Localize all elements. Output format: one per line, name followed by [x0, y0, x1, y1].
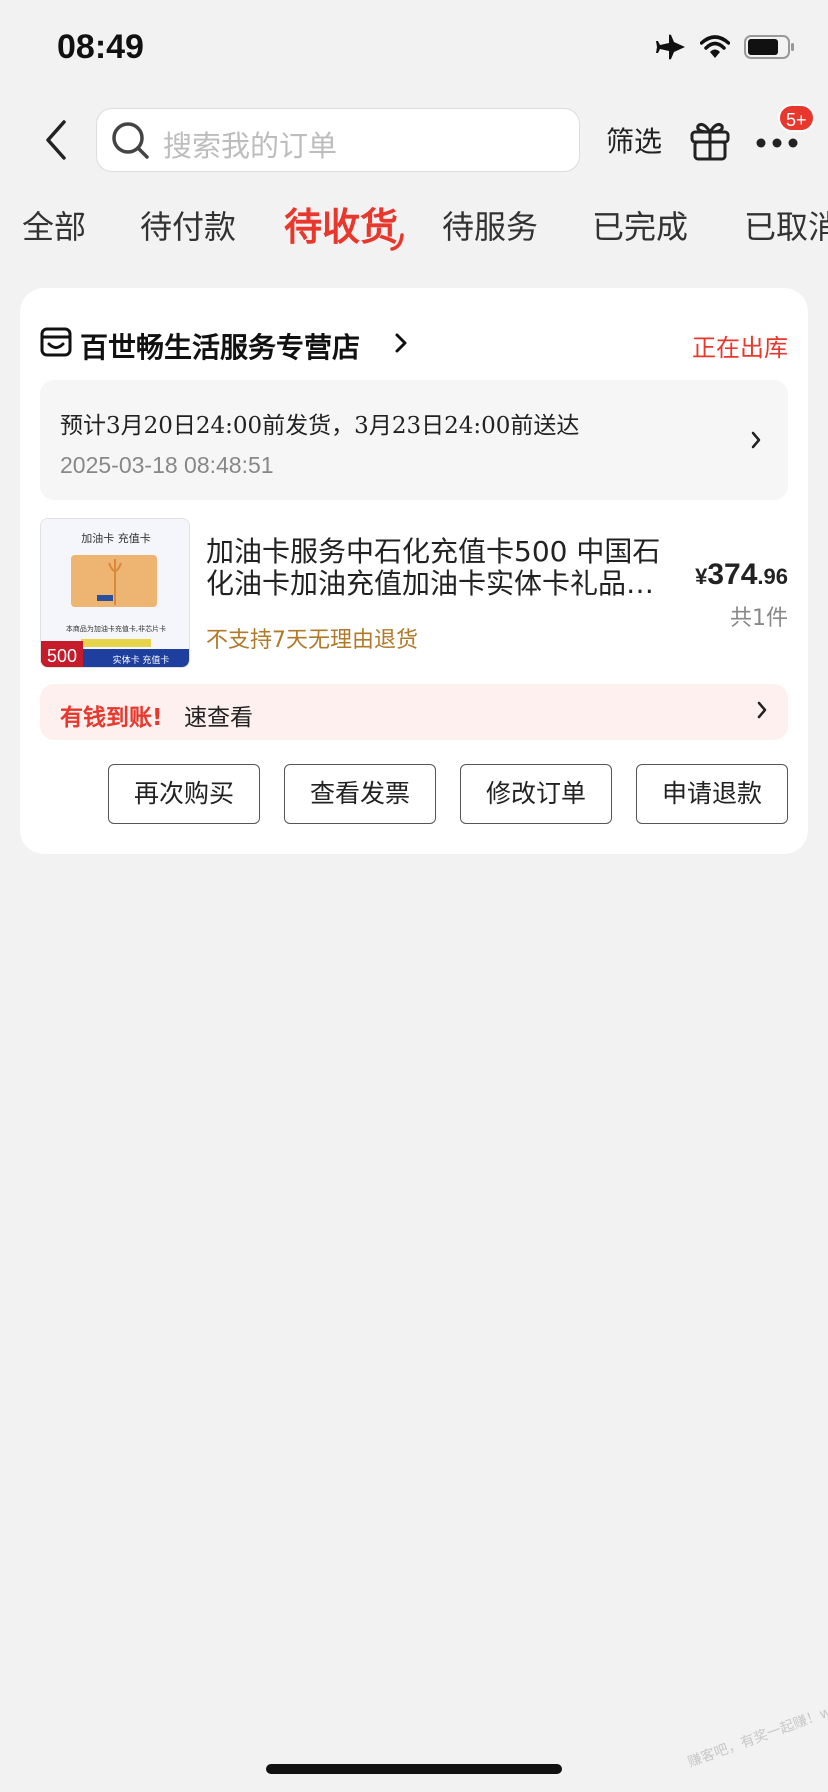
promo-text: 速查看 [184, 705, 253, 731]
battery-icon [744, 35, 796, 63]
chevron-right-icon [750, 430, 762, 454]
watermark: 赚客吧，有奖一起赚！www.zuanke8.com [685, 1663, 828, 1771]
product-image[interactable]: 加油卡 充值卡 本商品为加油卡充值卡,非芯片卡 500 实体卡 充值卡 [40, 518, 190, 668]
wifi-icon [699, 35, 731, 63]
store-row[interactable]: 百世畅生活服务专营店 正在出库 [40, 324, 788, 364]
image-label-title: 加油卡 充值卡 [81, 531, 151, 545]
status-icons [656, 34, 796, 64]
modify-order-button[interactable]: 修改订单 [460, 764, 612, 824]
order-actions: 再次购买 查看发票 修改订单 申请退款 [20, 764, 808, 824]
image-label-note: 本商品为加油卡充值卡,非芯片卡 [66, 624, 166, 633]
product-title[interactable]: 加油卡服务中石化充值卡500 中国石化油卡加油充值加油卡实体卡礼品… [206, 536, 686, 600]
price-decimal: .96 [757, 564, 788, 589]
chevron-right-icon [394, 332, 408, 358]
promo-highlight: 有钱到账! [60, 705, 163, 731]
buy-again-button[interactable]: 再次购买 [108, 764, 260, 824]
tab-all[interactable]: 全部 [22, 202, 86, 248]
search-icon [111, 121, 151, 165]
tab-pending-payment[interactable]: 待付款 [140, 202, 236, 248]
status-bar: 08:49 [0, 0, 828, 90]
airplane-icon [656, 34, 686, 64]
return-notice: 不支持7天无理由退货 [206, 628, 418, 653]
search-placeholder: 搜索我的订单 [163, 129, 338, 163]
price-currency: ¥ [695, 564, 708, 589]
chevron-right-icon [756, 700, 768, 724]
tab-pending-service[interactable]: 待服务 [442, 202, 538, 248]
gift-icon[interactable] [688, 118, 732, 166]
more-icon[interactable] [756, 134, 798, 153]
order-card[interactable]: 百世畅生活服务专营店 正在出库 预计3月20日24:00前发货，3月23日24:… [20, 288, 808, 854]
view-invoice-button[interactable]: 查看发票 [284, 764, 436, 824]
tab-pending-receipt[interactable]: 待收货 [284, 196, 398, 251]
order-tabs: 全部 待付款 待收货 待服务 已完成 已取消 [0, 196, 828, 256]
delivery-estimate: 预计3月20日24:00前发货，3月23日24:00前送达 [60, 413, 580, 439]
back-button[interactable] [40, 116, 76, 164]
notification-badge: 5+ [778, 104, 815, 132]
promo-bar[interactable]: 有钱到账! 速查看 [40, 684, 788, 740]
navbar: 搜索我的订单 筛选 5+ [0, 104, 828, 172]
store-icon [40, 326, 72, 362]
chevron-left-icon [46, 120, 66, 160]
image-label-value: 500 [47, 646, 77, 666]
price-integer: 374 [707, 558, 758, 591]
status-time: 08:49 [57, 28, 144, 66]
tab-active-indicator [390, 233, 404, 251]
search-input[interactable]: 搜索我的订单 [96, 108, 580, 172]
filter-button[interactable]: 筛选 [606, 120, 662, 160]
image-label-type: 实体卡 充值卡 [113, 654, 170, 666]
request-refund-button[interactable]: 申请退款 [636, 764, 788, 824]
tab-cancelled[interactable]: 已取消 [744, 202, 828, 248]
tab-completed[interactable]: 已完成 [592, 202, 688, 248]
home-indicator[interactable] [266, 1764, 562, 1774]
order-time: 2025-03-18 08:48:51 [60, 452, 274, 478]
store-name: 百世畅生活服务专营店 [80, 331, 361, 364]
delivery-info[interactable]: 预计3月20日24:00前发货，3月23日24:00前送达 2025-03-18… [40, 380, 788, 500]
product-price: ¥374.96 [695, 558, 788, 592]
order-status: 正在出库 [692, 334, 788, 362]
product-quantity: 共1件 [730, 606, 788, 631]
